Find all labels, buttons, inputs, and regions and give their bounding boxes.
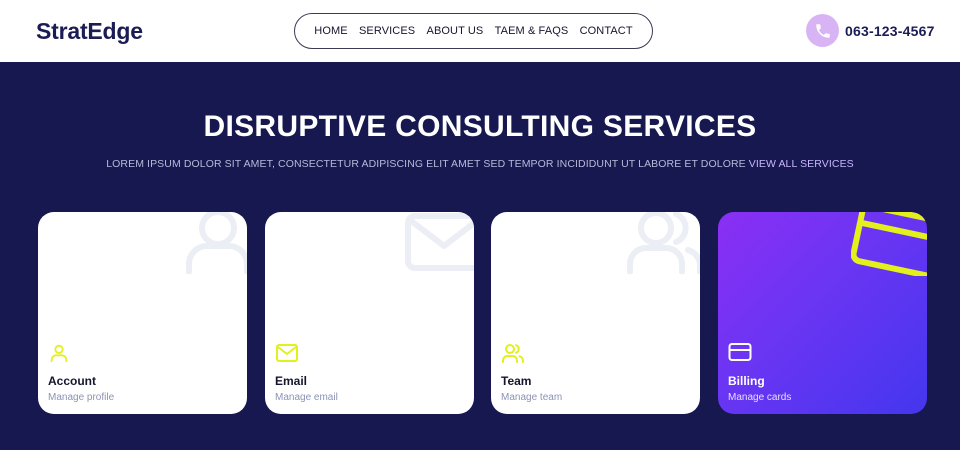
card-description: Manage profile (48, 392, 115, 403)
logo[interactable]: StratEdge (36, 18, 143, 45)
phone-contact[interactable]: 063-123-4567 (806, 14, 935, 47)
credit-card-icon (728, 343, 752, 361)
nav-services[interactable]: SERVICES (359, 25, 415, 37)
hero-subtitle-text: LOREM IPSUM DOLOR SIT AMET, CONSECTETUR … (106, 158, 746, 170)
users-icon (502, 344, 524, 363)
site-header: StratEdge HOME SERVICES ABOUT US TAEM & … (0, 0, 960, 62)
card-title: Email (275, 374, 308, 388)
card-description: Manage email (275, 392, 338, 403)
hero-section: DISRUPTIVE CONSULTING SERVICES LOREM IPS… (0, 62, 960, 450)
hero-subtitle: LOREM IPSUM DOLOR SIT AMET, CONSECTETUR … (0, 158, 960, 170)
hero-title: DISRUPTIVE CONSULTING SERVICES (203, 110, 757, 143)
card-title: Team (501, 374, 532, 388)
mail-icon (405, 213, 474, 271)
service-card-team[interactable]: Team Manage team (491, 212, 700, 414)
card-title: Account (48, 374, 96, 388)
card-description: Manage team (501, 392, 563, 403)
view-all-services-link[interactable]: VIEW ALL SERVICES (749, 158, 854, 170)
user-icon (50, 344, 68, 363)
users-icon (627, 212, 700, 274)
user-icon (186, 212, 247, 274)
service-card-billing[interactable]: Billing Manage cards (718, 212, 927, 414)
card-title: Billing (728, 374, 765, 388)
mail-icon (276, 344, 298, 362)
nav-about[interactable]: ABOUT US (427, 25, 484, 37)
service-card-account[interactable]: Account Manage profile (38, 212, 247, 414)
credit-card-icon (851, 212, 927, 276)
main-nav: HOME SERVICES ABOUT US TAEM & FAQS CONTA… (294, 13, 653, 49)
nav-contact[interactable]: CONTACT (580, 25, 633, 37)
phone-number[interactable]: 063-123-4567 (845, 23, 935, 39)
card-description: Manage cards (728, 392, 792, 403)
nav-team-faqs[interactable]: TAEM & FAQS (495, 25, 569, 37)
service-card-email[interactable]: Email Manage email (265, 212, 474, 414)
nav-home[interactable]: HOME (314, 25, 347, 37)
phone-icon (806, 14, 839, 47)
